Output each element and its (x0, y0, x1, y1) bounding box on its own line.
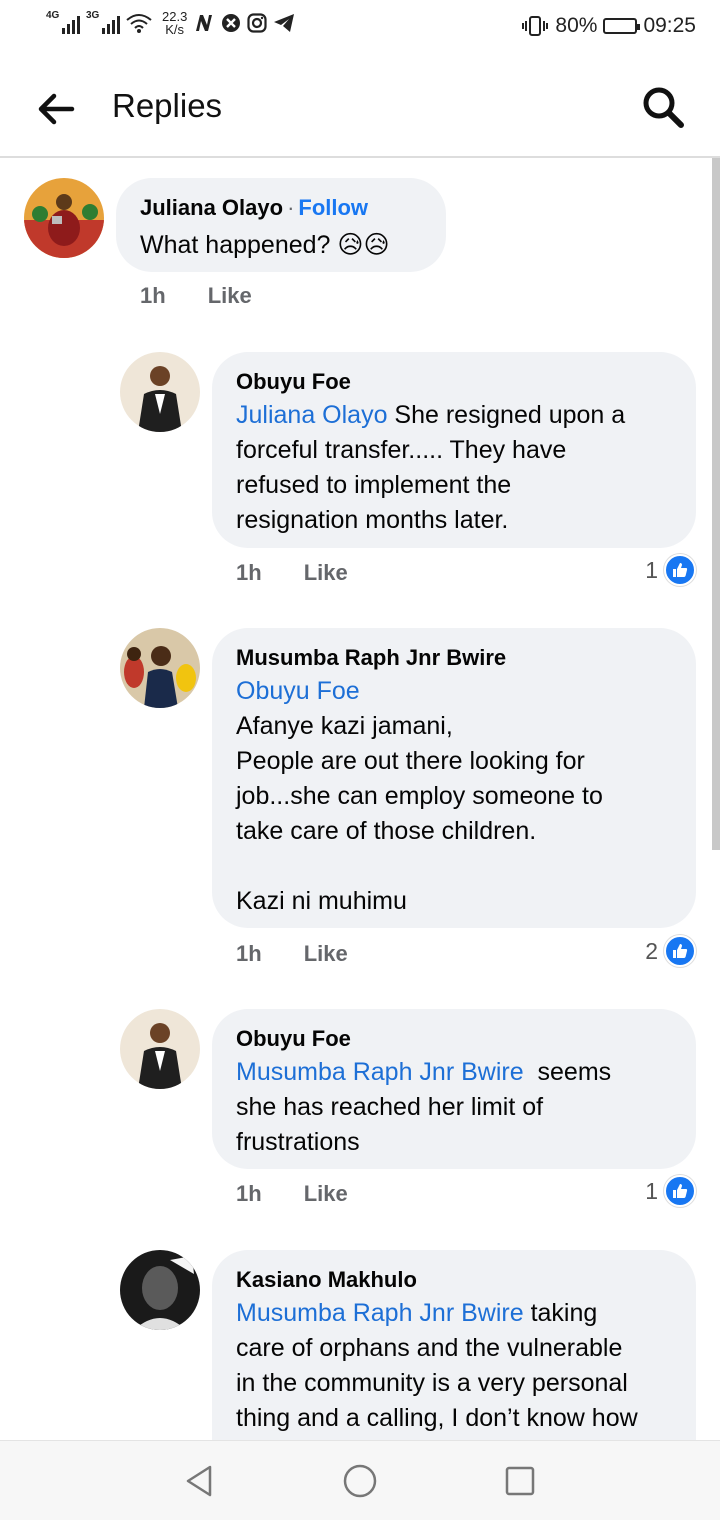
comment-bubble[interactable]: Obuyu Foe Juliana Olayo She resigned upo… (212, 352, 696, 548)
mention-link[interactable]: Musumba Raph Jnr Bwire (236, 1299, 524, 1327)
vibrate-icon (522, 16, 549, 36)
comment-bubble[interactable]: Kasiano Makhulo Musumba Raph Jnr Bwire t… (212, 1250, 696, 1440)
comment-time[interactable]: 1h (236, 560, 262, 586)
like-button[interactable]: Like (304, 560, 348, 586)
comment-obuyu-foe-1: Obuyu Foe Juliana Olayo She resigned upo… (0, 352, 712, 592)
search-button[interactable] (640, 84, 686, 130)
thumbs-up-icon (664, 554, 696, 586)
status-left: 4G 3G 22.3 K/s (46, 10, 295, 36)
author-line: Juliana Olayo · Follow (140, 194, 422, 222)
comment-obuyu-foe-2: Obuyu Foe Musumba Raph Jnr Bwire seems s… (0, 1009, 712, 1209)
system-nav-bar (0, 1440, 720, 1520)
like-button[interactable]: Like (304, 941, 348, 967)
avatar-image (120, 628, 200, 708)
shield-notification-icon (222, 14, 241, 32)
comment-musumba-raph: Musumba Raph Jnr Bwire Obuyu Foe Afanye … (0, 628, 712, 968)
avatar-image (120, 352, 200, 432)
author-name[interactable]: Kasiano Makhulo (236, 1266, 672, 1294)
avatar[interactable] (120, 352, 200, 432)
replies-feed[interactable]: Juliana Olayo · Follow What happened? 😥😥 1… (0, 158, 712, 1440)
comment-juliana-olayo: Juliana Olayo · Follow What happened? 😥😥 1… (0, 158, 712, 328)
author-name[interactable]: Musumba Raph Jnr Bwire (236, 644, 672, 672)
comment-text: Juliana Olayo She resigned upon a forcef… (236, 398, 672, 538)
comment-text: Obuyu Foe Afanye kazi jamani, People are… (236, 674, 672, 919)
reaction-summary[interactable]: 2 (645, 935, 696, 967)
comment-bubble[interactable]: Juliana Olayo · Follow What happened? 😥😥 (116, 178, 446, 272)
avatar-image (120, 1009, 200, 1089)
app-header: Replies (0, 56, 720, 158)
network-type-1: 4G (46, 10, 60, 21)
comment-time[interactable]: 1h (236, 941, 262, 967)
author-name[interactable]: Juliana Olayo (140, 195, 283, 220)
signal-icon-4g: 4G (46, 10, 80, 34)
scrollbar[interactable] (712, 158, 720, 850)
battery-percent: 80% (555, 14, 598, 37)
telegram-icon (274, 14, 295, 32)
back-button[interactable] (36, 89, 76, 129)
back-arrow-icon (38, 93, 75, 125)
comment-text: Musumba Raph Jnr Bwire taking care of or… (236, 1296, 672, 1436)
author-name[interactable]: Obuyu Foe (236, 368, 672, 396)
reaction-count: 1 (645, 1177, 658, 1204)
reaction-count: 2 (645, 937, 658, 964)
comment-kasiano-makhulo: Kasiano Makhulo Musumba Raph Jnr Bwire t… (0, 1250, 712, 1440)
network-type-2: 3G (86, 10, 100, 21)
avatar[interactable] (120, 628, 200, 708)
comment-bubble[interactable]: Obuyu Foe Musumba Raph Jnr Bwire seems s… (212, 1009, 696, 1169)
status-right: 80% 09:25 (521, 14, 696, 38)
n-notification-icon (196, 15, 213, 31)
circle-home-icon (343, 1464, 377, 1498)
reaction-summary[interactable]: 1 (645, 1175, 696, 1207)
instagram-icon (247, 13, 267, 33)
nav-recents-button[interactable] (502, 1463, 538, 1499)
signal-icon-3g: 3G (86, 10, 120, 34)
comment-body: Afanye kazi jamani, People are out there… (236, 712, 603, 915)
page-title: Replies (112, 87, 223, 124)
comment-bubble[interactable]: Musumba Raph Jnr Bwire Obuyu Foe Afanye … (212, 628, 696, 928)
comment-meta: 1h Like (140, 283, 252, 309)
avatar[interactable] (24, 178, 104, 258)
comment-meta: 1h Like (236, 560, 348, 586)
nav-back-button[interactable] (182, 1463, 218, 1499)
mention-link[interactable]: Juliana Olayo (236, 401, 387, 429)
avatar[interactable] (120, 1250, 200, 1330)
square-recents-icon (505, 1466, 535, 1496)
follow-separator: · (287, 195, 295, 220)
mention-link[interactable]: Musumba Raph Jnr Bwire (236, 1058, 524, 1086)
thumbs-up-icon (664, 1175, 696, 1207)
follow-button[interactable]: Follow (298, 195, 368, 220)
speed-unit: K/s (165, 22, 185, 37)
comment-time[interactable]: 1h (140, 283, 166, 309)
wifi-icon (126, 14, 152, 33)
avatar-image (120, 1250, 200, 1330)
comment-meta: 1h Like (236, 941, 348, 967)
thumbs-up-icon (664, 935, 696, 967)
network-speed: 22.3 K/s (162, 10, 187, 36)
like-button[interactable]: Like (304, 1181, 348, 1207)
reaction-summary[interactable]: 1 (645, 554, 696, 586)
avatar-image (24, 178, 104, 258)
search-icon (643, 87, 684, 128)
comment-meta: 1h Like (236, 1181, 348, 1207)
status-bar: 4G 3G 22.3 K/s 80% 09:25 (0, 0, 720, 56)
triangle-back-icon (186, 1465, 212, 1497)
comment-time[interactable]: 1h (236, 1181, 262, 1207)
avatar[interactable] (120, 1009, 200, 1089)
nav-home-button[interactable] (342, 1463, 378, 1499)
battery-icon (603, 18, 641, 34)
clock: 09:25 (643, 14, 696, 37)
like-button[interactable]: Like (208, 283, 252, 309)
comment-text: What happened? 😥😥 (140, 231, 390, 259)
reaction-count: 1 (645, 556, 658, 583)
mention-link[interactable]: Obuyu Foe (236, 677, 360, 705)
author-name[interactable]: Obuyu Foe (236, 1025, 672, 1053)
comment-text: Musumba Raph Jnr Bwire seems she has rea… (236, 1055, 672, 1160)
